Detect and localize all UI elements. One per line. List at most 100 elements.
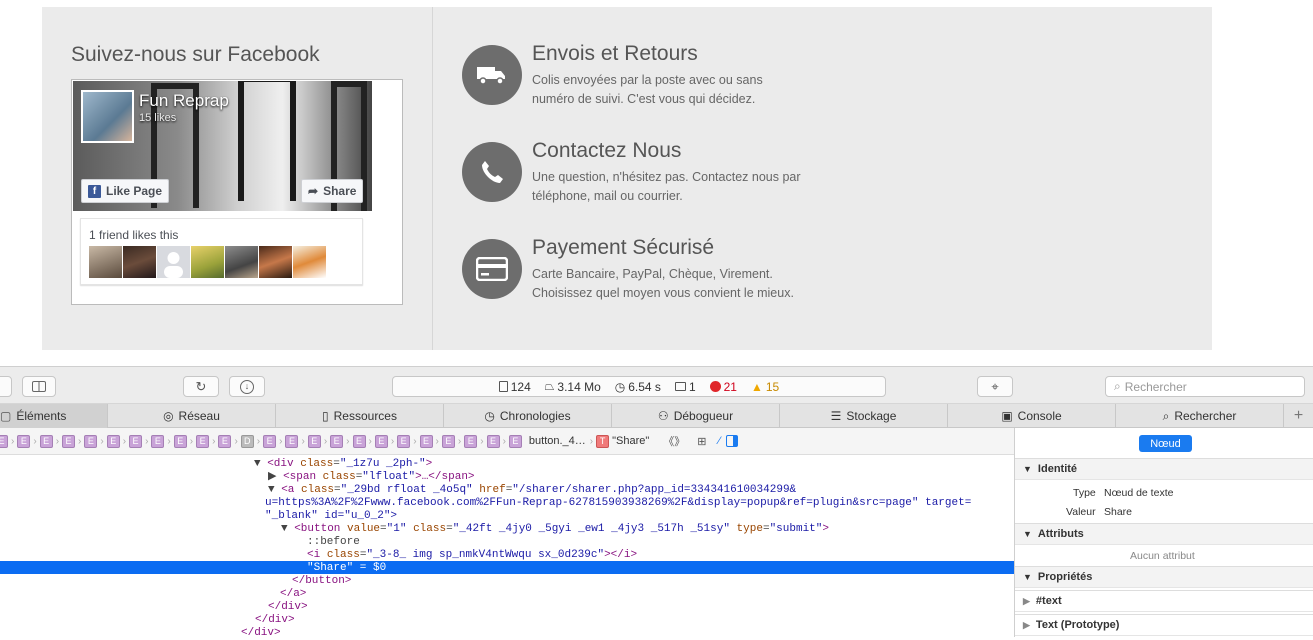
search-placeholder: Rechercher <box>1124 379 1187 394</box>
dom-tree-line[interactable]: </div> <box>241 627 281 640</box>
element-crumb-icon[interactable]: E <box>196 434 210 448</box>
element-crumb-icon[interactable]: E <box>508 434 522 448</box>
tab-label: Réseau <box>178 409 220 423</box>
facebook-heading: Suivez-nous sur Facebook <box>71 43 320 66</box>
element-crumb-icon[interactable]: E <box>307 434 321 448</box>
tab-timelines[interactable]: ◷ Chronologies <box>444 404 612 428</box>
tab-console[interactable]: ▣ Console <box>948 404 1116 428</box>
dom-tree-line[interactable]: ▼ <div class="_1z7u _2ph-"> <box>254 458 432 471</box>
document-crumb-icon[interactable]: D <box>240 434 254 448</box>
element-crumb-icon[interactable]: E <box>84 434 98 448</box>
resources-value: 124 <box>510 379 531 394</box>
like-page-button[interactable]: f Like Page <box>81 179 170 203</box>
element-crumb-icon[interactable]: E <box>285 434 299 448</box>
dom-tree-line[interactable]: </div> <box>268 601 308 614</box>
split-view-icon <box>32 381 46 392</box>
properties-section-header[interactable]: ▼ Propriétés <box>1015 566 1313 588</box>
node-tab-button[interactable]: Nœud <box>1139 435 1192 452</box>
element-crumb-icon[interactable]: E <box>330 434 344 448</box>
element-crumb-icon[interactable]: E <box>17 434 31 448</box>
value-label: Valeur <box>1066 506 1096 518</box>
dock-button[interactable] <box>0 376 12 397</box>
weight-icon: ⏢ <box>544 379 555 393</box>
friend-avatar[interactable] <box>123 246 156 278</box>
download-button[interactable]: ↓ <box>229 376 265 397</box>
reload-icon: ↻ <box>195 378 207 394</box>
tab-debugger[interactable]: ⚇ Débogueur <box>612 404 780 428</box>
load-time[interactable]: ◷ 6.54 s <box>615 380 661 394</box>
dom-tree-line[interactable]: <i class="_3-8_ img sp_nmkV4ntWwqu sx_0d… <box>307 549 637 562</box>
dom-tree-line[interactable]: ::before <box>307 536 360 549</box>
element-crumb-icon[interactable]: E <box>263 434 277 448</box>
dom-tree-line[interactable]: u=https%3A%2F%2Fwww.facebook.com%2FFun-R… <box>265 497 971 510</box>
element-crumb-icon[interactable]: E <box>218 434 232 448</box>
element-crumb-icon[interactable]: E <box>352 434 366 448</box>
error-count[interactable]: 21 <box>709 380 737 394</box>
element-crumb-icon[interactable]: E <box>419 434 433 448</box>
inspector-search-input[interactable]: ⌕ Rechercher <box>1105 376 1305 397</box>
size-total[interactable]: ⏢ 3.14 Mo <box>545 379 601 394</box>
section-title: #text <box>1035 595 1062 607</box>
details-sidebar-icon[interactable] <box>726 435 739 447</box>
facebook-like-count: 15 likes <box>139 112 177 124</box>
friend-avatar[interactable] <box>259 246 292 278</box>
tab-label: Ressources <box>333 409 397 423</box>
breadcrumb-text-node[interactable]: "Share" <box>612 435 649 447</box>
facebook-page-name[interactable]: Fun Reprap <box>139 91 229 111</box>
shadow-dom-icon[interactable]: 《》 <box>663 433 685 449</box>
facebook-cover-image[interactable]: Fun Reprap 15 likes f Like Page ➦ Share <box>73 81 372 211</box>
element-crumb-icon[interactable]: E <box>129 434 143 448</box>
dom-tree-line[interactable]: "_blank" id="u_0_2"> <box>265 510 397 523</box>
log-count[interactable]: 1 <box>674 380 696 394</box>
tab-storage[interactable]: ☰ Stockage <box>780 404 948 428</box>
element-crumb-icon[interactable]: E <box>464 434 478 448</box>
new-tab-button[interactable]: + <box>1284 404 1313 428</box>
dom-tree-line[interactable]: ▶ <span class="lfloat">…</span> <box>268 471 475 484</box>
identity-section-header[interactable]: ▼ Identité <box>1015 458 1313 480</box>
friend-avatar[interactable] <box>157 246 190 278</box>
layout-grid-icon[interactable]: ⊞ <box>697 435 706 448</box>
element-crumb-icon[interactable]: E <box>441 434 455 448</box>
share-button[interactable]: ➦ Share <box>301 179 364 203</box>
text-crumb-icon[interactable]: T <box>596 434 610 448</box>
element-crumb-icon[interactable]: E <box>0 434 8 448</box>
element-crumb-icon[interactable]: E <box>397 434 411 448</box>
element-crumb-icon[interactable]: E <box>62 434 76 448</box>
element-crumb-icon[interactable]: E <box>486 434 500 448</box>
paint-brush-icon[interactable]: ⁄ <box>719 435 721 447</box>
element-crumb-icon[interactable]: E <box>151 434 165 448</box>
layout-toggle-button[interactable] <box>22 376 56 397</box>
dom-tree-line[interactable]: "Share" = $0 <box>307 562 386 575</box>
text-prototype-row[interactable]: ▶ Text (Prototype) <box>1015 614 1313 636</box>
friends-like-text: 1 friend likes this <box>89 228 179 242</box>
dom-tree-line[interactable]: </button> <box>292 575 351 588</box>
text-node-row[interactable]: ▶ #text <box>1015 590 1313 612</box>
element-crumb-icon[interactable]: E <box>106 434 120 448</box>
tab-elements[interactable]: ▢ Éléments <box>0 404 108 428</box>
dom-tree-line[interactable]: ▼ <a class="_29bd rfloat _4o5q" href="/s… <box>268 484 796 497</box>
friend-avatar[interactable] <box>89 246 122 278</box>
warning-count[interactable]: ▲ 15 <box>751 380 779 394</box>
disclosure-right-icon: ▶ <box>1023 619 1030 630</box>
tab-resources[interactable]: ▯ Ressources <box>276 404 444 428</box>
no-attributes-text: Aucun attribut <box>1130 550 1195 562</box>
facebook-page-avatar[interactable] <box>81 90 134 143</box>
attributes-section-header[interactable]: ▼ Attributs <box>1015 523 1313 545</box>
tab-search[interactable]: ⌕ Rechercher <box>1116 404 1284 428</box>
friend-avatar[interactable] <box>225 246 258 278</box>
friend-avatar[interactable] <box>293 246 326 278</box>
element-crumb-icon[interactable]: E <box>374 434 388 448</box>
disclosure-down-icon: ▼ <box>1023 464 1032 474</box>
resources-count[interactable]: 124 <box>498 379 531 394</box>
dom-tree-line[interactable]: </div> <box>255 614 295 627</box>
timelines-icon: ◷ <box>484 409 495 423</box>
element-crumb-icon[interactable]: E <box>39 434 53 448</box>
dom-tree-line[interactable]: ▼ <button value="1" class="_42ft _4jy0 _… <box>281 523 829 536</box>
reload-button[interactable]: ↻ <box>183 376 219 397</box>
inspect-element-button[interactable]: ⌖ <box>977 376 1013 397</box>
tab-network[interactable]: ◎ Réseau <box>108 404 276 428</box>
breadcrumb-button-node[interactable]: button._4… <box>529 435 586 447</box>
friend-avatar[interactable] <box>191 246 224 278</box>
dom-tree-line[interactable]: </a> <box>280 588 306 601</box>
element-crumb-icon[interactable]: E <box>173 434 187 448</box>
